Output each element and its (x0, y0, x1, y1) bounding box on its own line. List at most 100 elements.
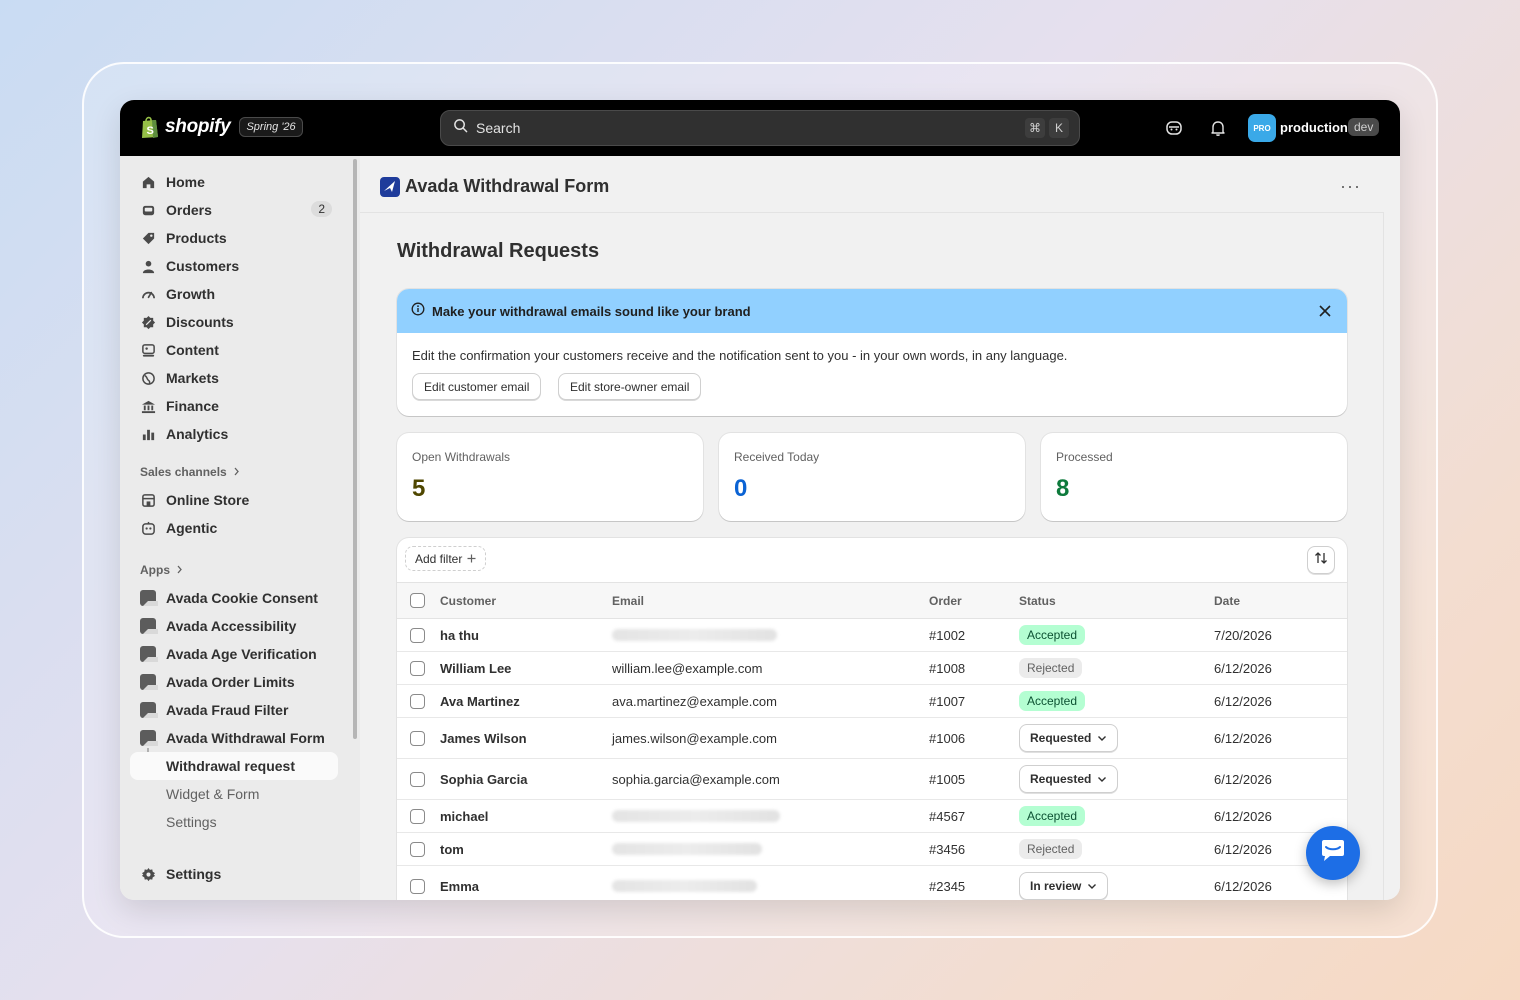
sidebar-item-agentic[interactable]: Agentic (130, 514, 338, 542)
order-number[interactable]: #1002 (929, 628, 965, 643)
row-checkbox[interactable] (410, 772, 425, 787)
customer-name: michael (440, 809, 489, 824)
order-number[interactable]: #1005 (929, 772, 965, 787)
sidebar-item-customers[interactable]: Customers (130, 252, 338, 280)
apps-heading[interactable]: Apps (140, 563, 183, 577)
store-name[interactable]: production (1280, 120, 1348, 135)
sidebar-app-accessibility[interactable]: Avada Accessibility (130, 612, 338, 640)
table-row[interactable]: Emma #2345 In review 6/12/2026 (397, 866, 1347, 900)
add-filter-label: Add filter (415, 551, 463, 566)
order-number[interactable]: #1006 (929, 731, 965, 746)
table-row[interactable]: ha thu #1002 Accepted 7/20/2026 (397, 619, 1347, 652)
request-date: 6/12/2026 (1214, 772, 1272, 787)
svg-text:S: S (147, 125, 154, 137)
table-row[interactable]: William Lee william.lee@example.com #100… (397, 652, 1347, 685)
sidebar-scrollbar[interactable] (353, 159, 357, 739)
sidebar-item-settings[interactable]: Settings (130, 860, 338, 888)
request-date: 6/12/2026 (1214, 694, 1272, 709)
sidebar-item-content[interactable]: Content (130, 336, 338, 364)
main-area: Avada Withdrawal Form ··· Withdrawal Req… (360, 156, 1400, 900)
row-checkbox[interactable] (410, 628, 425, 643)
sidebar-item-online-store[interactable]: Online Store (130, 486, 338, 514)
add-filter-button[interactable]: Add filter (405, 546, 487, 571)
order-number[interactable]: #1007 (929, 694, 965, 709)
row-checkbox[interactable] (410, 842, 425, 857)
sidebar-subitem-withdrawal-request[interactable]: Withdrawal request (130, 752, 338, 780)
order-number[interactable]: #3456 (929, 842, 965, 857)
close-icon[interactable] (1317, 303, 1333, 319)
person-icon (140, 258, 156, 274)
withdrawals-table: Add filter Customer Email Order Status D… (397, 538, 1347, 900)
app-header: Avada Withdrawal Form (380, 176, 609, 197)
table-row[interactable]: Sophia Garcia sophia.garcia@example.com … (397, 759, 1347, 800)
column-header-date[interactable]: Date (1214, 594, 1240, 608)
sidebar-subitem-widget-form[interactable]: Widget & Form (130, 780, 338, 808)
sidebar-app-age-verification[interactable]: Avada Age Verification (130, 640, 338, 668)
row-checkbox[interactable] (410, 809, 425, 824)
sidebar-item-finance[interactable]: Finance (130, 392, 338, 420)
table-row[interactable]: Ava Martinez ava.martinez@example.com #1… (397, 685, 1347, 718)
more-actions-button[interactable]: ··· (1340, 176, 1361, 197)
row-checkbox[interactable] (410, 661, 425, 676)
shopify-logo[interactable]: S shopify Spring '26 (140, 115, 303, 139)
row-checkbox[interactable] (410, 731, 425, 746)
table-row[interactable]: tom #3456 Rejected 6/12/2026 (397, 833, 1347, 866)
row-checkbox[interactable] (410, 879, 425, 894)
select-all-checkbox[interactable] (410, 593, 425, 608)
agent-icon (140, 520, 156, 536)
status-select[interactable]: Requested (1019, 724, 1119, 752)
column-header-status[interactable]: Status (1019, 594, 1056, 608)
order-number[interactable]: #4567 (929, 809, 965, 824)
sidebar-item-products[interactable]: Products (130, 224, 338, 252)
plus-icon (467, 552, 476, 566)
edit-store-owner-email-button[interactable]: Edit store-owner email (558, 373, 702, 400)
sidekick-icon[interactable] (1164, 118, 1184, 138)
search-icon (453, 118, 468, 138)
home-icon (140, 174, 156, 190)
sidebar-item-markets[interactable]: Markets (130, 364, 338, 392)
column-header-customer[interactable]: Customer (440, 594, 496, 608)
order-number[interactable]: #1008 (929, 661, 965, 676)
gear-icon (140, 866, 156, 882)
discount-icon (140, 314, 156, 330)
sidebar-app-withdrawal-form[interactable]: Avada Withdrawal Form (130, 724, 338, 752)
sidebar-item-label: Discounts (166, 314, 234, 330)
sidebar-item-label: Markets (166, 370, 219, 386)
column-header-email[interactable]: Email (612, 594, 644, 608)
row-checkbox[interactable] (410, 694, 425, 709)
sidebar-app-fraud-filter[interactable]: Avada Fraud Filter (130, 696, 338, 724)
sidebar-subitem-settings[interactable]: Settings (130, 808, 338, 836)
sidebar-item-home[interactable]: Home (130, 168, 338, 196)
shortcut-cmd-key: ⌘ (1025, 118, 1045, 138)
sidebar-app-cookie-consent[interactable]: Avada Cookie Consent (130, 584, 338, 612)
sidebar-item-orders[interactable]: Orders 2 (130, 196, 338, 224)
chevron-down-icon (1088, 883, 1097, 889)
sidebar-item-discounts[interactable]: Discounts (130, 308, 338, 336)
chevron-down-icon (1098, 735, 1107, 741)
app-icon (140, 702, 158, 718)
search-bar[interactable]: Search ⌘ K (440, 110, 1080, 146)
sidebar-item-analytics[interactable]: Analytics (130, 420, 338, 448)
sidebar-item-label: Avada Withdrawal Form (166, 730, 325, 746)
season-badge: Spring '26 (239, 117, 303, 137)
table-row[interactable]: James Wilson james.wilson@example.com #1… (397, 718, 1347, 759)
chat-support-button[interactable] (1306, 826, 1360, 880)
table-row[interactable]: michael #4567 Accepted 6/12/2026 (397, 800, 1347, 833)
sort-button[interactable] (1307, 546, 1335, 574)
status-select[interactable]: In review (1019, 872, 1109, 900)
status-select-value: Requested (1030, 731, 1092, 745)
sidebar-item-label: Avada Age Verification (166, 646, 317, 662)
request-date: 6/12/2026 (1214, 842, 1272, 857)
column-header-order[interactable]: Order (929, 594, 962, 608)
sidebar-app-order-limits[interactable]: Avada Order Limits (130, 668, 338, 696)
request-date: 6/12/2026 (1214, 731, 1272, 746)
stat-value: 8 (1056, 475, 1070, 502)
store-avatar[interactable]: PRO (1248, 114, 1276, 142)
bell-icon[interactable] (1208, 118, 1228, 138)
sidebar-item-growth[interactable]: Growth (130, 280, 338, 308)
sidebar-item-label: Withdrawal request (166, 758, 296, 774)
order-number[interactable]: #2345 (929, 879, 965, 894)
sales-channels-heading[interactable]: Sales channels (140, 465, 240, 479)
status-select[interactable]: Requested (1019, 765, 1119, 793)
edit-customer-email-button[interactable]: Edit customer email (412, 373, 542, 400)
